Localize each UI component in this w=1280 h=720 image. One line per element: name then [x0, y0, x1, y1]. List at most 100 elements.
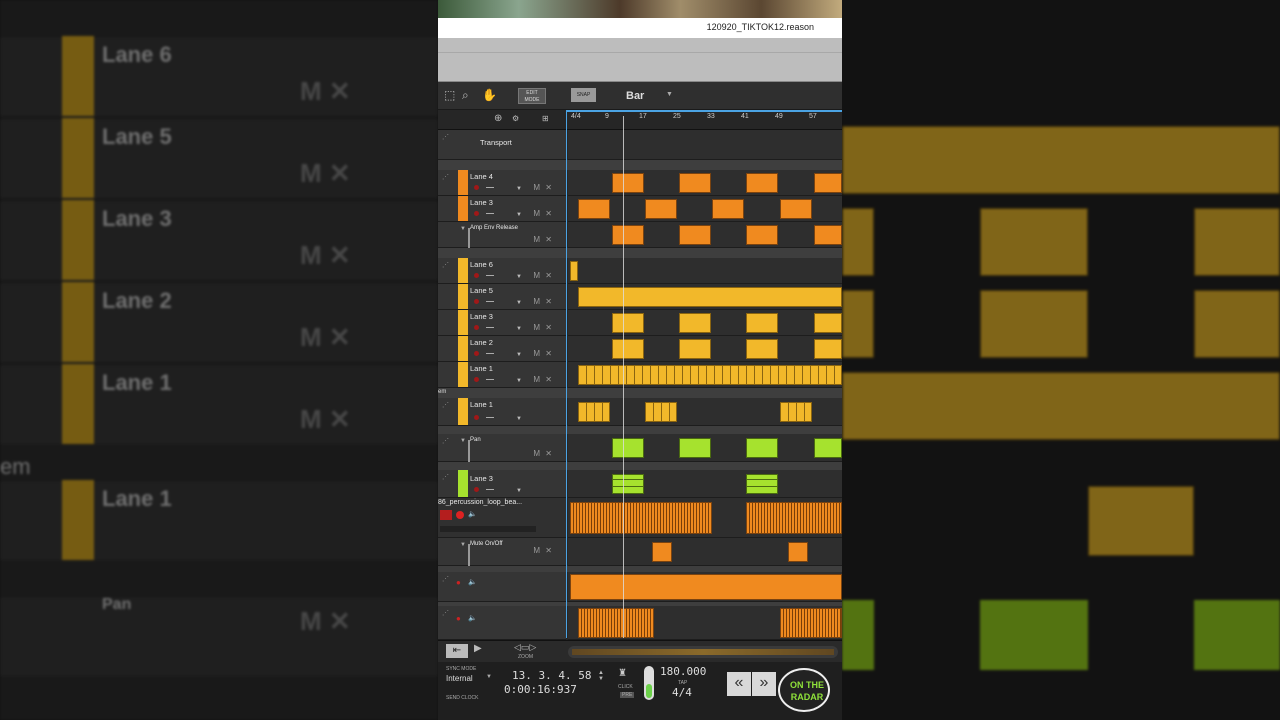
select-tool-icon[interactable]: ⬚ [444, 88, 455, 102]
lane-row[interactable]: Lane 3 ▼ M ✕ [438, 310, 842, 336]
automation-clip[interactable] [814, 225, 842, 245]
automation-clip[interactable] [679, 438, 711, 458]
delete-lane-button[interactable]: ✕ [545, 349, 552, 358]
record-button[interactable]: ● [456, 614, 461, 623]
delete-lane-button[interactable]: ✕ [545, 235, 552, 244]
loop-range[interactable] [566, 110, 842, 112]
position-bars[interactable]: 13. 3. 4. 58 [512, 669, 591, 682]
audio-clip[interactable] [570, 574, 842, 600]
lane-row[interactable]: ⋰ Lane 1 ▼ [438, 398, 842, 426]
mute-button[interactable]: M [533, 349, 540, 358]
note-clip[interactable] [612, 339, 644, 359]
automation-clip[interactable] [612, 225, 644, 245]
mute-button[interactable]: M [533, 209, 540, 218]
playhead[interactable] [623, 116, 624, 638]
lane-row[interactable]: ⋰ Lane 4 ▼ M ✕ [438, 170, 842, 196]
lane-row[interactable]: Lane 5 ▼ M ✕ [438, 284, 842, 310]
chevron-down-icon[interactable]: ▼ [666, 91, 673, 98]
transport-track[interactable]: ⋰ Transport [438, 130, 842, 160]
left-locator[interactable] [566, 110, 567, 638]
audio-track[interactable]: ⋰ ● 🔈 [438, 572, 842, 602]
click-level-slider[interactable] [644, 666, 654, 700]
note-clip[interactable] [746, 339, 778, 359]
audio-clip[interactable] [780, 608, 842, 638]
mute-button[interactable]: M [533, 271, 540, 280]
audio-clip[interactable] [570, 502, 712, 534]
delete-lane-button[interactable]: ✕ [545, 183, 552, 192]
add-track-icon[interactable]: ⊕ [494, 113, 502, 124]
fast-forward-button[interactable]: » [752, 672, 776, 696]
volume-slider[interactable] [440, 526, 536, 532]
note-clip[interactable] [612, 173, 644, 193]
automation-row[interactable]: ⋰ ▼ Pan M ✕ [438, 434, 842, 462]
note-clip[interactable] [578, 199, 610, 219]
note-clip[interactable] [578, 287, 842, 307]
edit-mode-button[interactable]: EDIT MODE [518, 88, 546, 104]
delete-lane-button[interactable]: ✕ [545, 271, 552, 280]
automation-clip[interactable] [746, 225, 778, 245]
track-options-icon[interactable]: ⚙ [512, 114, 519, 123]
note-clip[interactable] [578, 365, 842, 385]
mute-button[interactable]: M [533, 449, 540, 458]
automation-clip[interactable] [788, 542, 808, 562]
lane-row[interactable]: ⋰ Lane 6 ▼ M ✕ [438, 258, 842, 284]
note-clip[interactable] [746, 173, 778, 193]
mute-button[interactable]: M [533, 183, 540, 192]
arrow-tool-button[interactable]: ⇤ [446, 644, 468, 658]
lane-row[interactable]: Lane 2 ▼ M ✕ [438, 336, 842, 362]
note-clip[interactable] [679, 173, 711, 193]
note-clip[interactable] [814, 313, 842, 333]
automation-row[interactable]: ▼ Mute On/Off M ✕ [438, 538, 842, 566]
note-clip[interactable] [712, 199, 744, 219]
note-clip[interactable] [780, 199, 812, 219]
automation-clip[interactable] [746, 438, 778, 458]
position-time[interactable]: 0:00:16:937 [504, 683, 577, 696]
metronome-icon[interactable]: ♜ [618, 668, 627, 679]
delete-lane-button[interactable]: ✕ [545, 209, 552, 218]
mute-button[interactable]: M [533, 235, 540, 244]
delete-lane-button[interactable]: ✕ [545, 323, 552, 332]
audio-track[interactable]: ⋰ ● 🔈 [438, 606, 842, 640]
note-clip[interactable] [578, 402, 610, 422]
tempo-display[interactable]: 180.000 [660, 665, 706, 678]
note-clip[interactable] [746, 474, 778, 494]
mute-button[interactable]: M [533, 375, 540, 384]
record-button[interactable] [456, 511, 464, 519]
lane-row[interactable]: ⋰ Lane 3 ▼ [438, 470, 842, 498]
audio-track[interactable]: 86_percussion_loop_bea... 🔈 [438, 498, 842, 538]
grid-icon[interactable]: ⊞ [542, 114, 549, 123]
lane-row[interactable]: Lane 1 ▼ M ✕ [438, 362, 842, 388]
zoom-icon[interactable]: ◁▭▷ [514, 642, 536, 653]
sync-mode-select[interactable]: Internal [446, 674, 473, 683]
song-navigator[interactable] [568, 646, 838, 658]
note-clip[interactable] [814, 339, 842, 359]
rewind-button[interactable]: « [727, 672, 751, 696]
automation-row[interactable]: ▼ Amp Env Release M ✕ [438, 222, 842, 248]
delete-lane-button[interactable]: ✕ [545, 297, 552, 306]
note-clip[interactable] [612, 313, 644, 333]
snap-value-select[interactable]: Bar [626, 90, 644, 102]
audio-clip[interactable] [578, 608, 654, 638]
grip-icon[interactable] [440, 510, 452, 520]
speaker-icon[interactable]: 🔈 [468, 578, 477, 586]
mute-button[interactable]: M [533, 323, 540, 332]
automation-clip[interactable] [612, 438, 644, 458]
audio-clip[interactable] [746, 502, 842, 534]
pencil-tool-icon[interactable]: ▶ [474, 643, 482, 654]
note-clip[interactable] [612, 474, 644, 494]
pre-button[interactable]: PRE [620, 692, 635, 698]
hand-tool-icon[interactable]: ✋ [482, 88, 497, 102]
speaker-icon[interactable]: 🔈 [468, 510, 477, 518]
record-button[interactable]: ● [456, 578, 461, 587]
time-signature[interactable]: 4/4 [672, 686, 692, 699]
note-clip[interactable] [780, 402, 812, 422]
mute-button[interactable]: M [533, 546, 540, 555]
note-clip[interactable] [645, 199, 677, 219]
note-clip[interactable] [814, 173, 842, 193]
stepper-icon[interactable]: ▲ ▼ [598, 670, 604, 682]
timeline-ruler[interactable]: ⊕ ⚙ ⊞ 4/4 9 17 25 33 41 49 57 [438, 110, 842, 130]
automation-clip[interactable] [814, 438, 842, 458]
chevron-down-icon[interactable]: ▼ [486, 674, 492, 680]
mute-button[interactable]: M [533, 297, 540, 306]
note-clip[interactable] [679, 313, 711, 333]
